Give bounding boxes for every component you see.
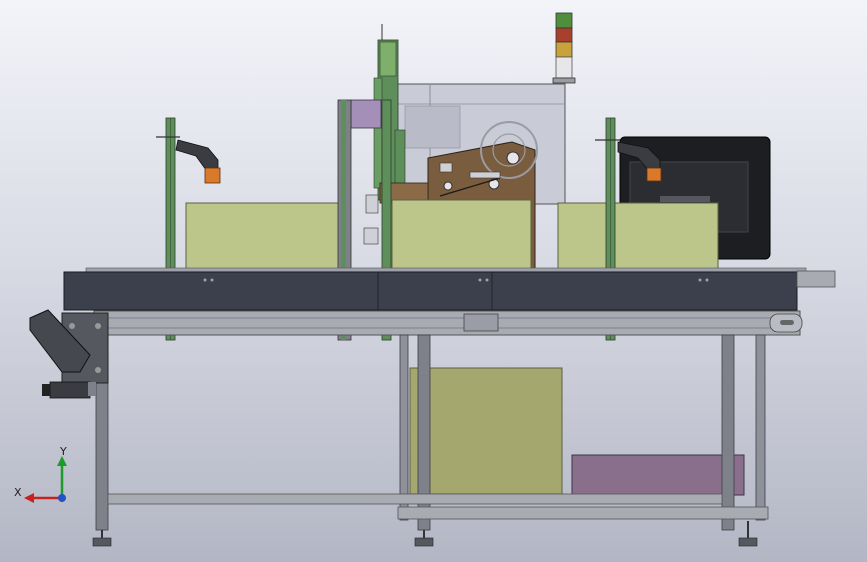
product-box-right[interactable]: [557, 202, 719, 272]
product-box-left[interactable]: [185, 202, 341, 272]
lower-crate[interactable]: [571, 454, 745, 496]
cad-viewport[interactable]: Y X: [0, 0, 867, 562]
product-box-middle[interactable]: [391, 199, 532, 272]
conveyor-belt[interactable]: [63, 267, 836, 311]
conveyor-frame[interactable]: [93, 310, 803, 336]
coordinate-triad: Y X: [14, 445, 67, 503]
drive-belt-guard[interactable]: [29, 309, 109, 384]
lower-storage-box[interactable]: [409, 367, 563, 495]
triad-y-label: Y: [59, 445, 67, 458]
signal-tower[interactable]: [552, 12, 576, 84]
drive-motor[interactable]: [42, 381, 96, 399]
triad-x-label: X: [14, 486, 22, 499]
